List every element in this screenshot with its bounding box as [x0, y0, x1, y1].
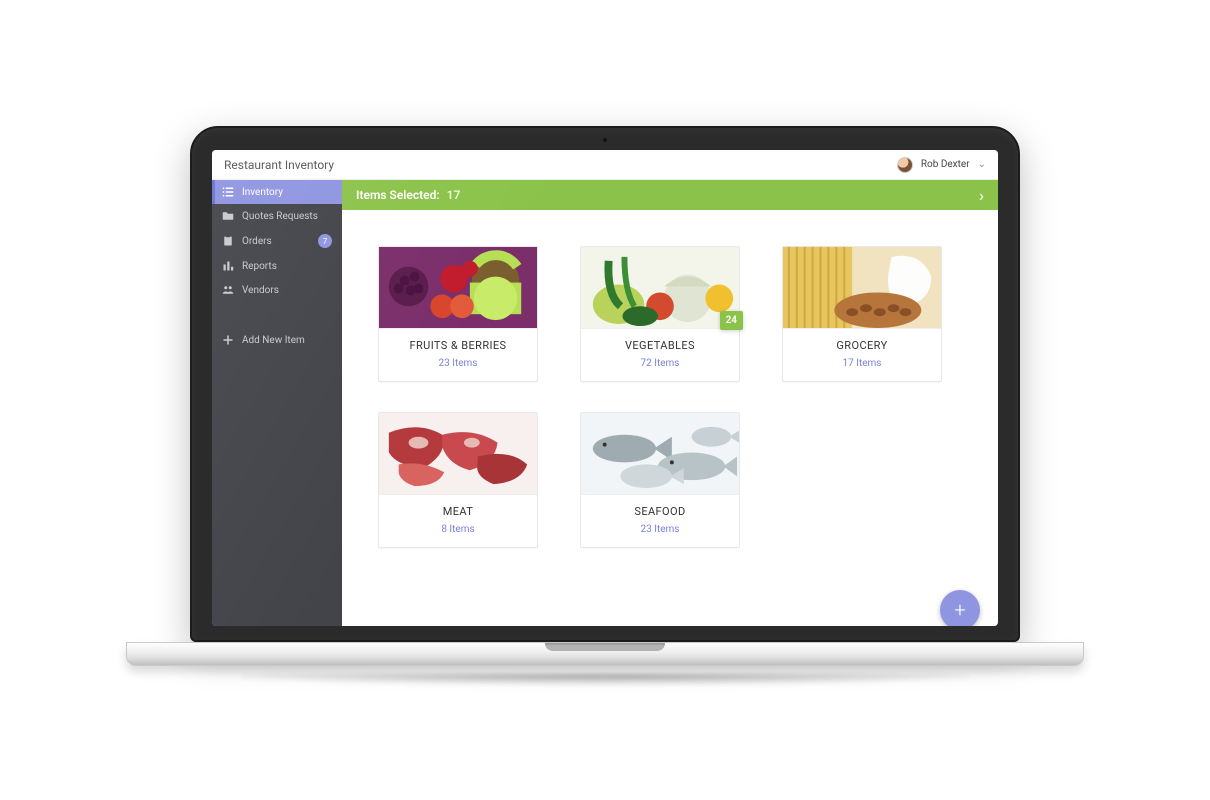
- clipboard-icon: [222, 235, 234, 247]
- category-card-fruits[interactable]: FRUITS & BERRIES 23 Items: [378, 246, 538, 382]
- page-title: Restaurant Inventory: [224, 158, 334, 172]
- sidebar-item-vendors[interactable]: Vendors: [212, 278, 342, 302]
- category-name: FRUITS & BERRIES: [385, 339, 531, 352]
- selection-count: 17: [447, 188, 461, 202]
- sidebar-item-label: Add New Item: [242, 335, 332, 346]
- category-count: 23 Items: [385, 358, 531, 369]
- category-name: VEGETABLES: [587, 339, 733, 352]
- sidebar-item-quotes[interactable]: Quotes Requests: [212, 204, 342, 228]
- sidebar-item-label: Orders: [242, 236, 310, 247]
- folder-icon: [222, 210, 234, 222]
- category-name: SEAFOOD: [587, 505, 733, 518]
- category-thumb: [379, 413, 537, 495]
- camera-dot: [603, 138, 607, 142]
- avatar: [897, 157, 913, 173]
- sidebar-item-orders[interactable]: Orders 7: [212, 228, 342, 254]
- content-area: Items Selected: 17 ›: [342, 180, 998, 626]
- plus-icon: +: [954, 598, 965, 622]
- sidebar-add-new-item[interactable]: Add New Item: [212, 328, 342, 352]
- orders-badge: 7: [318, 234, 332, 248]
- sidebar-item-reports[interactable]: Reports: [212, 254, 342, 278]
- user-menu[interactable]: Rob Dexter ⌄: [897, 157, 986, 173]
- sidebar-item-label: Reports: [242, 261, 332, 272]
- app-frame: Restaurant Inventory Rob Dexter ⌄: [212, 150, 998, 626]
- selection-label: Items Selected:: [356, 188, 440, 202]
- category-count: 72 Items: [587, 358, 733, 369]
- category-thumb: [783, 247, 941, 329]
- group-icon: [222, 284, 234, 296]
- sidebar-item-label: Inventory: [242, 187, 332, 198]
- category-count: 23 Items: [587, 524, 733, 535]
- chevron-right-icon[interactable]: ›: [979, 186, 984, 205]
- category-card-grocery[interactable]: GROCERY 17 Items: [782, 246, 942, 382]
- category-card-seafood[interactable]: SEAFOOD 23 Items: [580, 412, 740, 548]
- category-thumb: [379, 247, 537, 329]
- bar-chart-icon: [222, 260, 234, 272]
- fab-add-button[interactable]: +: [940, 590, 980, 626]
- category-grid: FRUITS & BERRIES 23 Items: [378, 246, 962, 548]
- sidebar-item-inventory[interactable]: Inventory: [212, 180, 342, 204]
- selection-bar: Items Selected: 17 ›: [342, 180, 998, 210]
- list-icon: [222, 186, 234, 198]
- sidebar-item-label: Vendors: [242, 285, 332, 296]
- category-name: GROCERY: [789, 339, 935, 352]
- category-card-vegetables[interactable]: 24 VEGETABLES 72 Items: [580, 246, 740, 382]
- laptop-mockup: Restaurant Inventory Rob Dexter ⌄: [190, 126, 1020, 674]
- sidebar: Inventory Quotes Requests: [212, 180, 342, 626]
- selected-badge: 24: [720, 311, 743, 330]
- topbar: Restaurant Inventory Rob Dexter ⌄: [212, 150, 998, 180]
- category-thumb: [581, 247, 739, 329]
- sidebar-item-label: Quotes Requests: [242, 211, 332, 222]
- category-count: 8 Items: [385, 524, 531, 535]
- plus-icon: [222, 334, 234, 346]
- user-name: Rob Dexter: [921, 159, 970, 170]
- category-count: 17 Items: [789, 358, 935, 369]
- category-card-meat[interactable]: MEAT 8 Items: [378, 412, 538, 548]
- category-thumb: [581, 413, 739, 495]
- chevron-down-icon: ⌄: [978, 159, 986, 170]
- category-name: MEAT: [385, 505, 531, 518]
